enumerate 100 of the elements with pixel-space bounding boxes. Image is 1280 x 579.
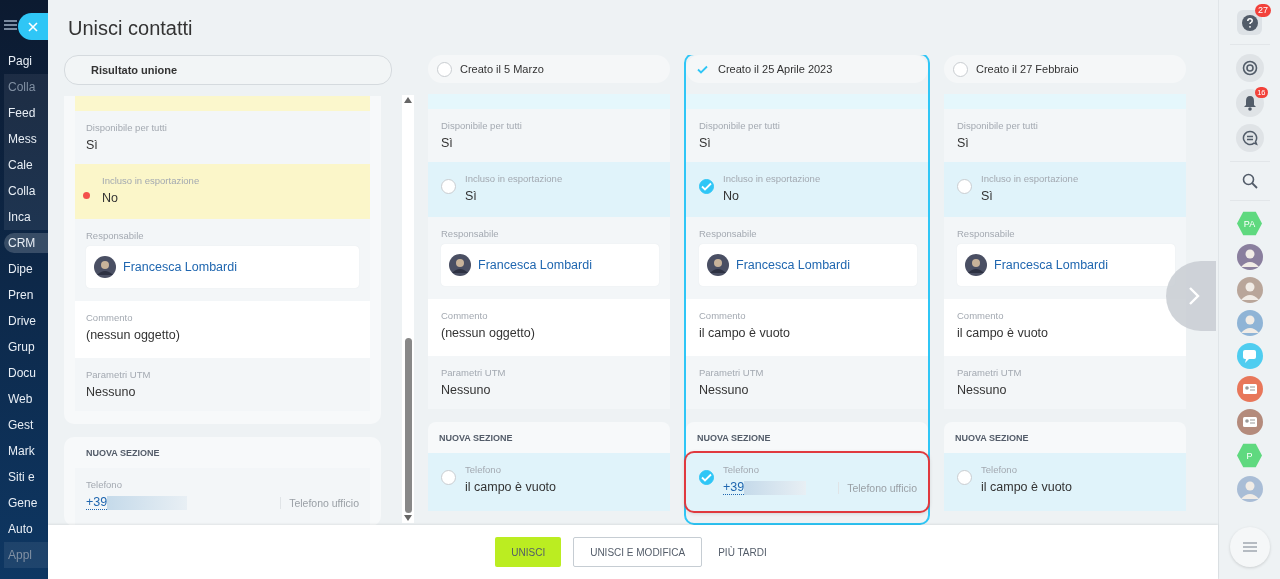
chat-button[interactable] bbox=[1235, 124, 1264, 152]
sidebar-item[interactable]: Pren bbox=[0, 282, 48, 308]
list-button[interactable] bbox=[1229, 527, 1270, 567]
field-label: Parametri UTM bbox=[86, 369, 152, 381]
sidebar-item[interactable]: Dipe bbox=[0, 256, 48, 282]
field-value: Sì bbox=[957, 136, 970, 150]
scroll-thumb[interactable] bbox=[404, 338, 412, 513]
contact-card-icon[interactable] bbox=[1236, 409, 1263, 435]
chat-avatar-icon[interactable] bbox=[1236, 343, 1263, 369]
sidebar-item[interactable]: Grup bbox=[0, 334, 48, 360]
section-title: NUOVA SEZIONE bbox=[696, 432, 772, 445]
sidebar-item[interactable]: Auto bbox=[0, 516, 48, 542]
sidebar-item[interactable]: Colla bbox=[4, 74, 48, 100]
field-label: Disponibile per tutti bbox=[699, 120, 781, 132]
sidebar-item[interactable]: Mess bbox=[4, 126, 48, 152]
field-label: Parametri UTM bbox=[699, 367, 765, 379]
user-avatar-icon[interactable] bbox=[1236, 244, 1263, 270]
result-header: Risultato unione bbox=[64, 55, 393, 85]
user-chip[interactable]: Francesca Lombardi bbox=[957, 244, 1175, 286]
phone-type: Telefono ufficio bbox=[838, 481, 917, 494]
chat-icon bbox=[1241, 130, 1258, 146]
scroll-up-icon[interactable] bbox=[404, 97, 413, 103]
avatar-icon bbox=[965, 254, 987, 276]
radio-button[interactable] bbox=[957, 179, 972, 194]
field-label: Commento bbox=[86, 312, 134, 324]
scroll-down-icon[interactable] bbox=[404, 515, 413, 521]
field-label: Telefono bbox=[86, 479, 123, 491]
field-label: Disponibile per tutti bbox=[957, 120, 1039, 132]
field-label: Responsabile bbox=[441, 228, 500, 240]
later-link[interactable]: PIÙ TARDI bbox=[714, 537, 771, 567]
sidebar-item[interactable]: Siti e bbox=[0, 464, 48, 490]
notification-badge: 27 bbox=[1255, 4, 1271, 17]
sidebar-item[interactable]: Web bbox=[0, 386, 48, 412]
merge-button[interactable]: UNISCI bbox=[495, 537, 562, 567]
user-chip[interactable]: Francesca Lombardi bbox=[86, 246, 359, 288]
field-label: Telefono bbox=[981, 464, 1018, 476]
radio-button[interactable] bbox=[441, 179, 456, 194]
panel-title: Unisci contatti bbox=[67, 16, 194, 41]
field-label: Commento bbox=[957, 310, 1005, 322]
avatar-icon bbox=[707, 254, 729, 276]
field-label: Responsabile bbox=[86, 230, 145, 242]
search-icon[interactable] bbox=[1241, 173, 1258, 189]
field-label: Telefono bbox=[465, 464, 502, 476]
column-header[interactable]: Creato il 5 Marzo bbox=[428, 55, 670, 83]
user-avatar-icon[interactable] bbox=[1236, 277, 1263, 303]
field-label: Responsabile bbox=[699, 228, 758, 240]
sidebar-item[interactable]: Drive bbox=[0, 308, 48, 334]
close-button[interactable] bbox=[18, 13, 48, 40]
user-chip[interactable]: Francesca Lombardi bbox=[441, 244, 659, 286]
sidebar-item[interactable]: Gene bbox=[0, 490, 48, 516]
section-title: NUOVA SEZIONE bbox=[85, 447, 161, 460]
sidebar-item[interactable]: CRM bbox=[4, 233, 48, 253]
user-avatar-icon[interactable] bbox=[1236, 476, 1263, 502]
user-chip[interactable]: Francesca Lombardi bbox=[699, 244, 917, 286]
field-value: Nessuno bbox=[441, 383, 492, 397]
field-label: Parametri UTM bbox=[441, 367, 507, 379]
chevron-right-icon bbox=[1188, 286, 1200, 306]
target-icon bbox=[1241, 60, 1258, 76]
sidebar-item[interactable]: Pagi bbox=[0, 48, 48, 74]
field-value: Sì bbox=[699, 136, 712, 150]
radio-button[interactable] bbox=[441, 470, 456, 485]
field-value: Sì bbox=[86, 138, 99, 152]
column-header[interactable]: Creato il 27 Febbraio bbox=[944, 55, 1186, 83]
field-label: Parametri UTM bbox=[957, 367, 1023, 379]
radio-button[interactable] bbox=[953, 61, 968, 77]
field-label: Disponibile per tutti bbox=[86, 122, 168, 134]
column-header[interactable]: Creato il 25 Aprile 2023 bbox=[686, 55, 928, 83]
field-label: Commento bbox=[441, 310, 489, 322]
user-avatar-icon[interactable] bbox=[1236, 310, 1263, 336]
sidebar-item[interactable]: Mark bbox=[0, 438, 48, 464]
sidebar-item[interactable]: Cale bbox=[4, 152, 48, 178]
radio-button[interactable] bbox=[437, 61, 452, 77]
sidebar-item[interactable]: Colla bbox=[4, 178, 48, 204]
section-title: NUOVA SEZIONE bbox=[438, 432, 514, 445]
contact-card-icon[interactable] bbox=[1236, 376, 1263, 402]
radio-button[interactable] bbox=[699, 470, 714, 485]
sidebar-item[interactable]: Inca bbox=[4, 204, 48, 230]
target-button[interactable] bbox=[1235, 54, 1264, 82]
merge-button[interactable]: UNISCI E MODIFICA bbox=[573, 537, 703, 567]
help-icon bbox=[1241, 14, 1258, 31]
sidebar-item[interactable]: Gest bbox=[0, 412, 48, 438]
field-value: No bbox=[723, 189, 740, 203]
scrollbar[interactable] bbox=[402, 95, 414, 523]
field-value: il campo è vuoto bbox=[699, 326, 792, 340]
list-icon bbox=[1242, 542, 1257, 552]
phone-type: Telefono ufficio bbox=[280, 496, 359, 509]
field-value: (nessun oggetto) bbox=[441, 326, 536, 340]
avatar-icon bbox=[94, 256, 116, 278]
field-label: Telefono bbox=[723, 464, 760, 476]
redaction-blur bbox=[744, 480, 807, 495]
close-icon bbox=[28, 21, 38, 32]
radio-button[interactable] bbox=[699, 179, 714, 194]
field-label: Incluso in esportazione bbox=[102, 175, 201, 187]
field-label: Responsabile bbox=[957, 228, 1016, 240]
sidebar-item[interactable]: Feed bbox=[4, 100, 48, 126]
field-value: Sì bbox=[981, 189, 994, 203]
sidebar-item[interactable]: Docu bbox=[0, 360, 48, 386]
field-value: Sì bbox=[465, 189, 478, 203]
menu-icon[interactable] bbox=[4, 20, 17, 30]
radio-button[interactable] bbox=[957, 470, 972, 485]
